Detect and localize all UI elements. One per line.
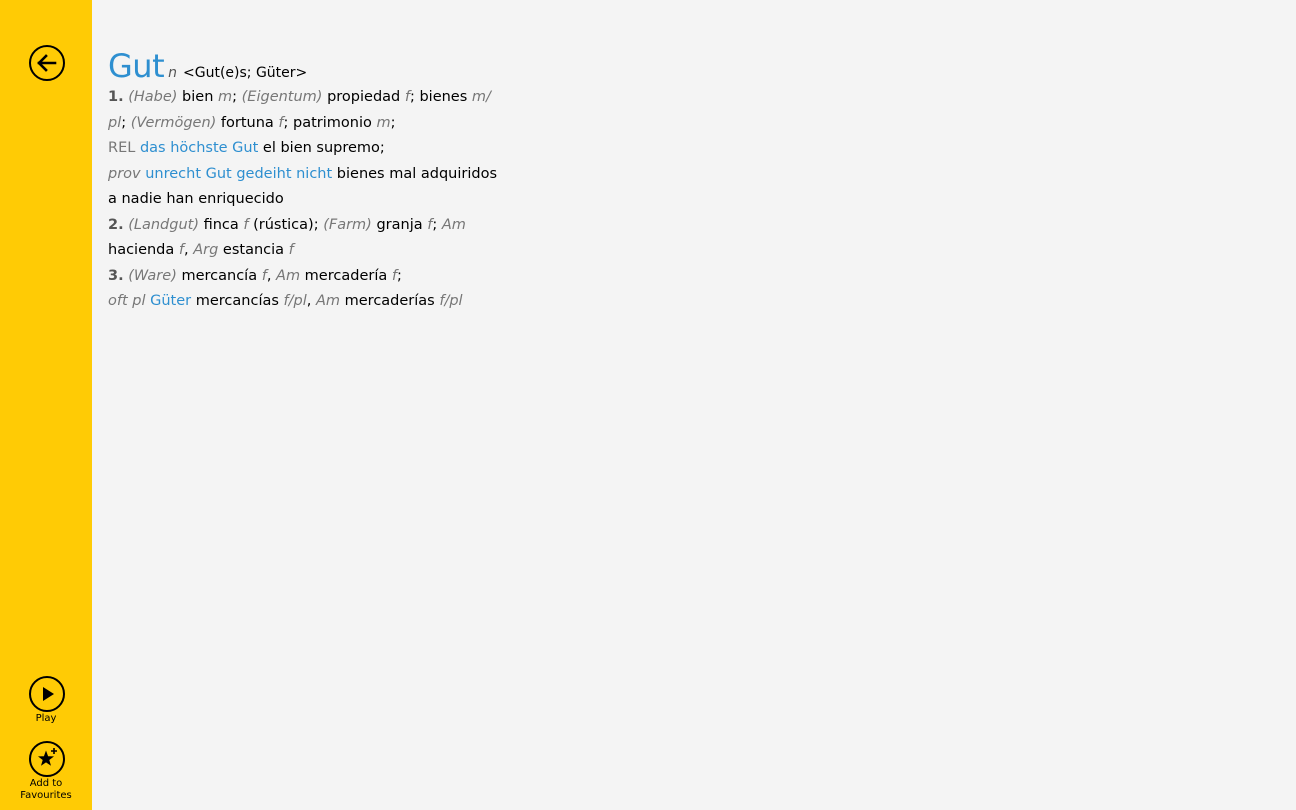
example-phrase-link[interactable]: Güter [150, 293, 191, 309]
gender: pl [108, 114, 122, 131]
register-label: prov [108, 165, 141, 182]
favourites-label-line2: Favourites [20, 790, 72, 801]
gender: f/pl [283, 293, 307, 309]
translation: hacienda [108, 242, 179, 258]
entry-line: prov unrecht Gut gedeiht nicht bienes ma… [108, 162, 1278, 188]
text: ; [390, 114, 396, 131]
region-label: Am [441, 216, 466, 233]
context-label: (Landgut) [128, 216, 199, 233]
context-label: (Habe) [128, 89, 178, 105]
translation: ; patrimonio [283, 114, 377, 131]
text: , [266, 267, 277, 284]
gender: f [288, 242, 294, 258]
usage-label: oft pl [108, 293, 146, 309]
entry-line: oft pl Güter mercancías f/pl, Am mercade… [108, 289, 1278, 315]
inflection-forms: <Gut(e)s; Güter> [183, 65, 308, 81]
text: ; [232, 89, 242, 105]
context-label: (Vermögen) [130, 114, 217, 131]
text: ; [432, 216, 442, 233]
context-label: (Farm) [323, 216, 372, 233]
translation: granja [371, 216, 428, 233]
entry-line: REL das höchste Gut el bien supremo; [108, 136, 1278, 162]
add-to-favourites-button[interactable] [29, 741, 65, 777]
entry-line: 2. (Landgut) finca f (rústica); (Farm) g… [108, 213, 1278, 239]
translation: bien [177, 89, 219, 105]
translation: fortuna [216, 114, 279, 131]
part-of-speech: n [168, 65, 177, 81]
translation: mercancías [191, 293, 284, 309]
translation: mercadería [300, 267, 392, 284]
entry-header: Gut n <Gut(e)s; Güter> [108, 47, 1278, 85]
gender: m [218, 89, 233, 105]
translation: mercancía [176, 267, 262, 284]
entry-line: 3. (Ware) mercancía f, Am mercadería f; [108, 264, 1278, 290]
back-button[interactable] [29, 45, 65, 81]
register-label: REL [108, 140, 136, 156]
dictionary-entry: Gut n <Gut(e)s; Güter> 1. (Habe) bien m; (… [108, 47, 1278, 315]
sense-number: 3. [108, 267, 124, 284]
translation: a nadie han enriquecido [108, 191, 284, 207]
region-label: Am [276, 267, 301, 284]
entry-line: pl; (Vermögen) fortuna f; patrimonio m; [108, 111, 1278, 137]
example-phrase-link[interactable]: unrecht Gut gedeiht nicht [145, 166, 332, 182]
translation: (rústica); [248, 216, 324, 233]
region-label: Arg [193, 242, 219, 258]
play-button[interactable] [29, 676, 65, 712]
translation: estancia [218, 242, 289, 258]
text: ; [121, 114, 131, 131]
entry-line: hacienda f, Arg estancia f [108, 238, 1278, 264]
text: ; [396, 267, 402, 284]
gender: f/pl [439, 293, 463, 309]
entry-line: a nadie han enriquecido [108, 187, 1278, 213]
star-add-icon [38, 748, 57, 766]
favourites-label-line1: Add to [29, 778, 63, 789]
gender: m/ [471, 89, 491, 105]
favourites-label: Add to Favourites [0, 778, 92, 802]
region-label: Am [315, 293, 341, 309]
translation: finca [198, 216, 244, 233]
entry-line: 1. (Habe) bien m; (Eigentum) propiedad f… [108, 85, 1278, 111]
example-phrase-link[interactable]: das höchste Gut [140, 140, 258, 156]
back-arrow-icon [37, 54, 57, 72]
text: , [184, 242, 194, 258]
context-label: (Eigentum) [241, 89, 323, 105]
text: , [306, 293, 316, 309]
translation: bienes mal adquiridos [332, 165, 498, 182]
sense-number: 2. [108, 216, 124, 233]
play-icon [43, 687, 54, 701]
gender: m [376, 114, 391, 131]
translation: propiedad [322, 89, 405, 105]
translation: mercaderías [340, 293, 440, 309]
app-bar: Play Add to Favourites [0, 0, 92, 810]
sense-number: 1. [108, 89, 124, 105]
translation: ; bienes [409, 89, 472, 105]
translation: el bien supremo; [258, 140, 385, 156]
headword: Gut [108, 47, 165, 85]
play-label: Play [35, 713, 57, 724]
context-label: (Ware) [128, 267, 177, 284]
